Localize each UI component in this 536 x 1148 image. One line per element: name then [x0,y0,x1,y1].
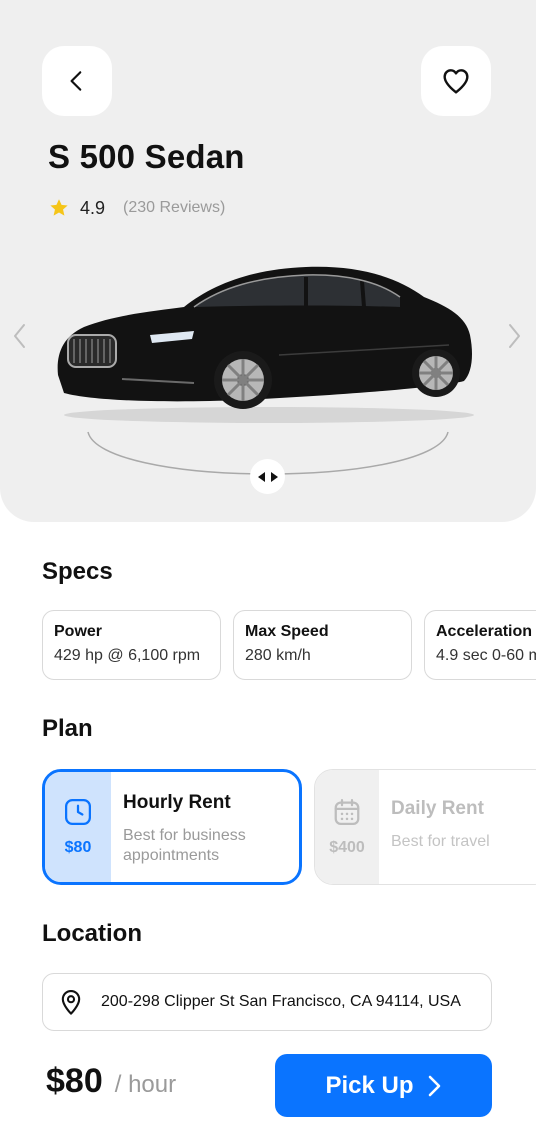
spec-label: Power [54,623,103,640]
specs-heading: Specs [42,558,113,585]
clock-icon [65,799,91,825]
prev-image-button[interactable] [10,322,30,350]
car-title: S 500 Sedan [48,138,245,175]
car-image [57,266,474,423]
price-amount: $80 [46,1062,103,1100]
pick-up-button[interactable]: Pick Up [275,1054,492,1117]
chevron-left-icon [70,71,82,91]
plan-name: Hourly Rent [123,792,231,813]
spec-card-power: Power 429 hp @ 6,100 rpm [42,610,221,680]
spec-label: Acceleration [436,623,533,640]
location-field[interactable]: 200-298 Clipper St San Francisco, CA 941… [42,973,492,1031]
car-hero-section: S 500 Sedan 4.9 (230 Reviews) [0,0,536,522]
reviews-count[interactable]: (230 Reviews) [123,199,225,217]
plan-heading: Plan [42,715,93,742]
plan-price: $80 [64,839,92,856]
plan-side-panel: $400 [315,770,379,884]
spec-label: Max Speed [245,623,329,640]
back-button[interactable] [42,46,112,116]
price-unit: / hour [114,1071,177,1098]
plan-side-panel: $80 [45,772,111,882]
plan-option-daily[interactable]: $400 Daily Rent Best for travel [314,769,536,885]
plan-info: Hourly Rent Best for business appointmen… [111,772,283,882]
star-icon [50,199,68,216]
spec-card-acceleration: Acceleration 4.9 sec 0-60 mph [424,610,536,680]
plan-option-hourly[interactable]: $80 Hourly Rent Best for business appoin… [42,769,302,885]
plan-info: Daily Rent Best for travel [379,770,490,884]
chevron-right-icon [428,1075,440,1096]
spec-card-max-speed: Max Speed 280 km/h [233,610,412,680]
plan-description: Best for travel [391,833,490,850]
heart-icon [443,69,469,94]
map-pin-icon [61,989,81,1015]
spec-value: 4.9 sec 0-60 mph [436,647,536,664]
spec-value: 280 km/h [245,647,311,664]
rating-row: 4.9 (230 Reviews) [48,196,225,220]
rotate-handle[interactable] [250,459,285,494]
rotate-arrows-icon [257,471,278,482]
plan-description: Best for business appointments [123,827,246,864]
plan-price: $400 [329,839,365,856]
price-summary: $80 / hour [46,1062,176,1101]
location-heading: Location [42,920,142,947]
pick-up-label: Pick Up [325,1071,414,1099]
spec-value: 429 hp @ 6,100 rpm [54,647,201,664]
next-image-button[interactable] [504,322,524,350]
plan-name: Daily Rent [391,798,484,819]
location-address: 200-298 Clipper St San Francisco, CA 941… [101,993,461,1010]
rating-score: 4.9 [80,197,106,218]
favorite-button[interactable] [421,46,491,116]
calendar-icon [334,799,360,825]
